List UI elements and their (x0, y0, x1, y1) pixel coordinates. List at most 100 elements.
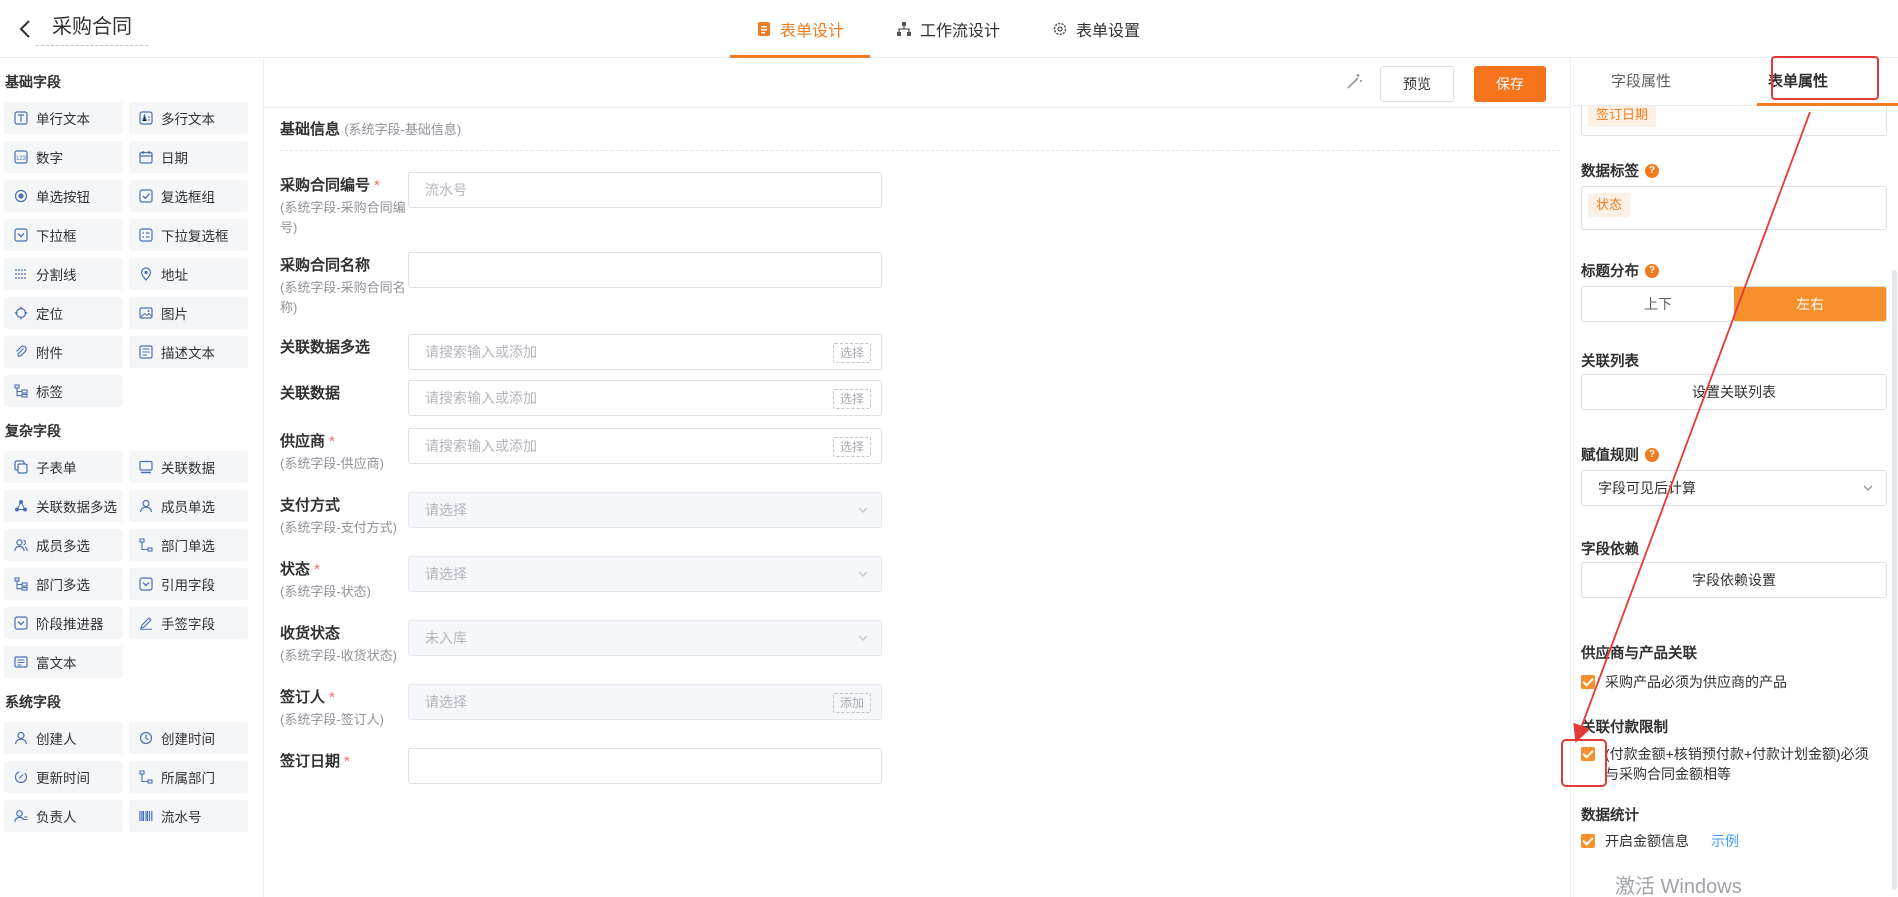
palette-item[interactable]: 多行文本 (129, 102, 248, 134)
tab-form-settings[interactable]: 表单设置 (1026, 0, 1166, 58)
stage-icon (14, 616, 28, 630)
field-input[interactable]: 请选择 (408, 556, 882, 592)
palette-item[interactable]: 创建人 (4, 722, 123, 754)
palette-item[interactable]: 分割线 (4, 258, 123, 290)
palette-item[interactable]: 创建时间 (129, 722, 248, 754)
palette-item[interactable]: 成员单选 (129, 490, 248, 522)
section-title[interactable]: 基础信息 (系统字段-基础信息) (280, 118, 1560, 151)
field-action-button[interactable]: 选择 (832, 389, 871, 409)
help-icon[interactable]: ? (1645, 163, 1659, 178)
palette-item[interactable]: 描述文本 (129, 336, 248, 368)
palette-item[interactable]: 复选框组 (129, 180, 248, 212)
field-placeholder: 请选择 (425, 694, 467, 710)
palette-item[interactable]: 关联数据多选 (4, 490, 123, 522)
field-label: 采购合同名称 (系统字段-采购合同名称) (280, 256, 415, 318)
palette-item[interactable]: 123 数字 (4, 141, 123, 173)
assign-rule-select[interactable]: 字段可见后计算 (1581, 470, 1887, 506)
palette-item[interactable]: 所属部门 (129, 761, 248, 793)
location-pin-icon (140, 267, 152, 281)
back-arrow-icon[interactable] (14, 17, 38, 41)
layout-option-horizontal[interactable]: 左右 (1734, 287, 1886, 321)
section-title-text: 基础信息 (280, 121, 341, 138)
field-palette: 基础字段 单行文本 多行文本 123 数字 日期 单选按钮 复选框组 下拉框 下拉复选框 分割线 地… (0, 58, 264, 897)
field-action-button[interactable]: 选择 (832, 437, 871, 457)
text-icon (14, 111, 28, 125)
palette-item[interactable]: 下拉框 (4, 219, 123, 251)
palette-item[interactable]: 部门单选 (129, 529, 248, 561)
palette-item[interactable]: 流水号 (129, 800, 248, 832)
palette-item[interactable]: 手签字段 (129, 607, 248, 639)
palette-item[interactable]: 日期 (129, 141, 248, 173)
palette-item[interactable]: 关联数据 (129, 451, 248, 483)
stats-checkbox[interactable] (1581, 834, 1595, 848)
palette-item[interactable]: 负责人 (4, 800, 123, 832)
page-title[interactable]: 采购合同 (36, 12, 148, 46)
palette-item[interactable]: 子表单 (4, 451, 123, 483)
field-placeholder: 未入库 (425, 630, 467, 646)
form-body: 基础信息 (系统字段-基础信息) 采购合同编号 * (系统字段-采购合同编号) 流水号… (280, 118, 1560, 897)
dropdown-multi-icon (139, 228, 153, 242)
dependency-button[interactable]: 字段依赖设置 (1581, 562, 1887, 598)
field-label-text: 支付方式 (280, 497, 341, 514)
preview-button[interactable]: 预览 (1380, 66, 1454, 102)
tab-workflow-design[interactable]: 工作流设计 (870, 0, 1026, 58)
workflow-icon (897, 22, 912, 36)
palette-item[interactable]: 下拉复选框 (129, 219, 248, 251)
field-label-text: 收货状态 (280, 625, 341, 642)
palette-item[interactable]: 附件 (4, 336, 123, 368)
supplier-relation-option[interactable]: 采购产品必须为供应商的产品 (1581, 672, 1887, 692)
palette-item[interactable]: 单行文本 (4, 102, 123, 134)
field-label: 支付方式 (系统字段-支付方式) (280, 496, 415, 538)
tab-form-design[interactable]: 表单设计 (730, 0, 871, 58)
field-input[interactable]: 请搜索输入或添加 选择 (408, 428, 882, 464)
assign-rule-title: 赋值规则 ? (1581, 444, 1659, 465)
palette-item[interactable]: 地址 (129, 258, 248, 290)
palette-item[interactable]: 更新时间 (4, 761, 123, 793)
payment-limit-option[interactable]: (付款金额+核销预付款+付款计划金额)必须与采购合同金额相等 (1581, 744, 1881, 784)
palette-item[interactable]: 图片 (129, 297, 248, 329)
payment-checkbox[interactable] (1581, 747, 1595, 761)
field-action-button[interactable]: 添加 (832, 693, 871, 713)
field-input[interactable] (408, 748, 882, 784)
palette-item[interactable]: 定位 (4, 297, 123, 329)
title-field-box[interactable]: 签订日期 (1581, 106, 1887, 136)
palette-item[interactable]: 标签 (4, 375, 123, 407)
palette-item-label: 复选框组 (161, 190, 215, 205)
dropdown-icon (14, 228, 28, 242)
save-button[interactable]: 保存 (1474, 66, 1546, 102)
palette-item[interactable]: 阶段推进器 (4, 607, 123, 639)
layout-option-vertical[interactable]: 上下 (1582, 287, 1734, 321)
help-icon[interactable]: ? (1645, 263, 1659, 278)
palette-item[interactable]: 引用字段 (129, 568, 248, 600)
user-icon (14, 731, 28, 745)
help-icon[interactable]: ? (1645, 447, 1659, 462)
palette-item[interactable]: 单选按钮 (4, 180, 123, 212)
data-label-box[interactable]: 状态 (1581, 186, 1887, 230)
properties-scrollbar[interactable] (1892, 270, 1897, 890)
palette-item[interactable]: 部门多选 (4, 568, 123, 600)
data-stats-option[interactable]: 开启金额信息 示例 (1581, 831, 1887, 851)
field-input[interactable]: 流水号 (408, 172, 882, 208)
field-input[interactable] (408, 252, 882, 288)
supplier-checkbox[interactable] (1581, 675, 1595, 689)
related-list-button[interactable]: 设置关联列表 (1581, 374, 1887, 410)
palette-group-title: 复杂字段 (5, 423, 61, 439)
data-label-tag: 状态 (1588, 193, 1631, 217)
magic-wand-icon[interactable] (1344, 72, 1364, 92)
example-link[interactable]: 示例 (1711, 831, 1739, 851)
palette-item[interactable]: 成员多选 (4, 529, 123, 561)
field-input[interactable]: 请选择 (408, 492, 882, 528)
palette-item-label: 引用字段 (161, 578, 215, 593)
field-label: 采购合同编号 * (系统字段-采购合同编号) (280, 176, 415, 238)
palette-grid-complex: 子表单 关联数据 关联数据多选 成员单选 成员多选 部门单选 部门多选 引用字段阶段推进器 手签… (4, 451, 263, 678)
field-input[interactable]: 请搜索输入或添加 选择 (408, 380, 882, 416)
palette-item-label: 子表单 (36, 461, 77, 476)
palette-item[interactable]: 富文本 (4, 646, 123, 678)
tab-field-properties[interactable]: 字段属性 (1611, 70, 1671, 91)
field-input[interactable]: 请搜索输入或添加 选择 (408, 334, 882, 370)
field-input[interactable]: 未入库 (408, 620, 882, 656)
field-label-text: 采购合同名称 (280, 257, 371, 274)
field-input[interactable]: 请选择 添加 (408, 684, 882, 720)
field-action-button[interactable]: 选择 (832, 343, 871, 363)
field-label-text: 状态 (280, 561, 311, 578)
